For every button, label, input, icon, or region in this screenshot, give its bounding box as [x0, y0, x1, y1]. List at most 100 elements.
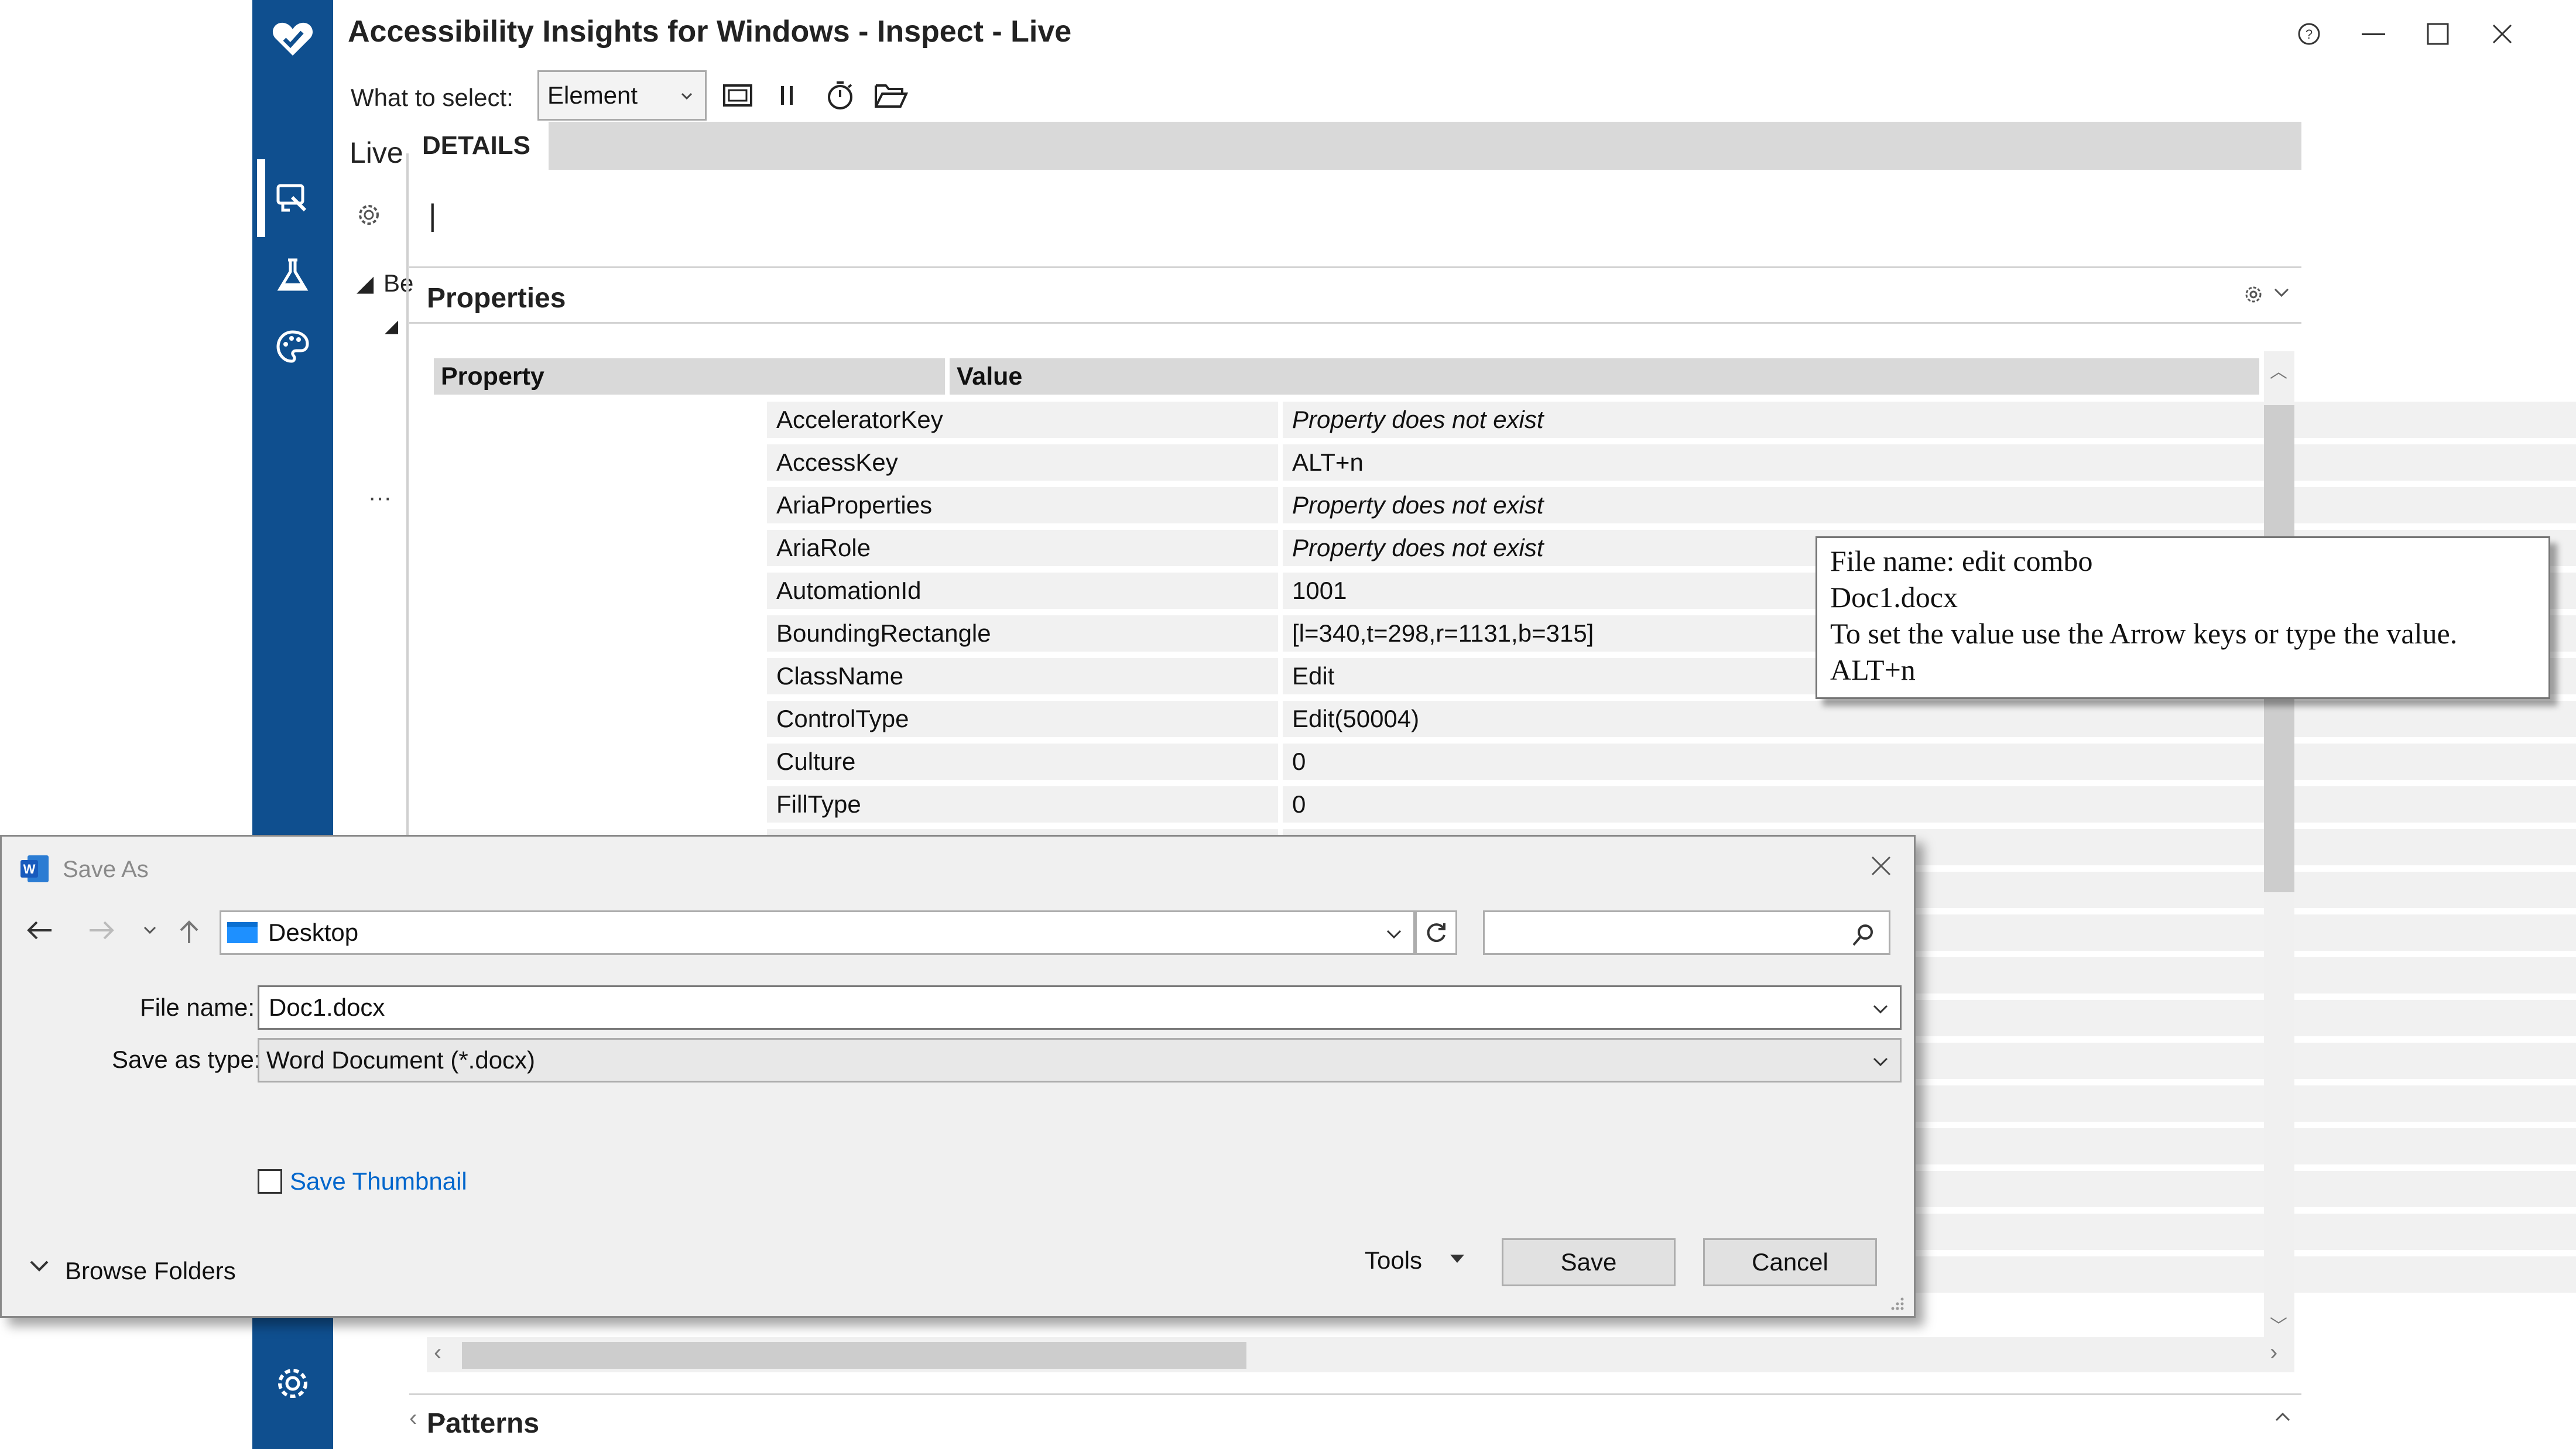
chevron-down-icon — [681, 93, 693, 100]
property-name-cell[interactable]: AriaRole — [767, 530, 1278, 566]
close-window-button[interactable] — [2479, 16, 2526, 52]
properties-collapse-button[interactable] — [2273, 287, 2294, 304]
up-folder-button[interactable] — [177, 919, 207, 948]
property-value-cell[interactable]: ALT+n — [1283, 444, 2576, 481]
pane-splitter[interactable] — [406, 153, 409, 856]
scroll-down-arrow[interactable]: ﹀ — [2270, 1311, 2287, 1337]
property-value-cell[interactable]: Property does not exist — [1283, 487, 2576, 523]
inspect-icon — [276, 184, 307, 212]
scroll-left-arrow[interactable]: ‹ — [434, 1340, 441, 1366]
word-app-icon: W — [19, 854, 50, 883]
caret-down-icon — [1450, 1255, 1464, 1263]
chevron-down-icon — [2274, 288, 2289, 297]
details-tab[interactable]: DETAILS — [409, 122, 549, 170]
help-icon: ? — [2298, 23, 2320, 45]
nav-color-contrast-button[interactable] — [252, 323, 333, 370]
chevron-down-icon — [143, 926, 156, 934]
refresh-icon — [1427, 923, 1445, 943]
property-value-cell[interactable]: Property does not exist — [1283, 402, 2576, 438]
back-button[interactable] — [25, 919, 60, 948]
scroll-up-arrow[interactable]: ︿ — [2270, 357, 2287, 383]
nav-test-button[interactable] — [252, 252, 333, 299]
close-icon — [2492, 24, 2512, 44]
property-name-cell[interactable]: ClassName — [767, 658, 1278, 694]
scroll-left-arrow[interactable]: ‹ — [409, 1405, 421, 1440]
svg-text:W: W — [23, 862, 36, 876]
details-text-cursor[interactable]: | — [429, 198, 437, 233]
tree-expander-icon[interactable]: ◢ — [357, 270, 374, 297]
tooltip-line: To set the value use the Arrow keys or t… — [1830, 617, 2458, 650]
search-input[interactable] — [1483, 910, 1890, 955]
cancel-button[interactable]: Cancel — [1703, 1238, 1877, 1286]
property-name-cell[interactable]: AccessKey — [767, 444, 1278, 481]
save-button[interactable]: Save — [1502, 1238, 1676, 1286]
chevron-down-icon — [1873, 1005, 1888, 1014]
selection-mode-value: Element — [547, 81, 638, 109]
value-column-header[interactable]: Value — [950, 358, 2259, 395]
tools-dropdown-arrow[interactable] — [1449, 1253, 1467, 1265]
window-frame-icon — [723, 84, 752, 107]
maximize-icon — [2427, 23, 2449, 45]
help-button[interactable]: ? — [2289, 16, 2330, 52]
nav-settings-button[interactable] — [252, 1357, 333, 1410]
property-name-cell[interactable]: AriaProperties — [767, 487, 1278, 523]
tree-settings-button[interactable] — [356, 202, 382, 228]
property-name-cell[interactable]: FillType — [767, 786, 1278, 823]
gear-icon — [2245, 286, 2262, 303]
maximize-button[interactable] — [2414, 16, 2461, 52]
resize-grip[interactable] — [1889, 1296, 1907, 1313]
selection-mode-dropdown[interactable]: Element — [537, 70, 707, 121]
screenshot-mode-button[interactable] — [718, 76, 757, 115]
properties-settings-button[interactable] — [2243, 284, 2266, 307]
file-name-input[interactable]: Doc1.docx — [258, 985, 1902, 1030]
property-name-cell[interactable]: Culture — [767, 744, 1278, 780]
save-thumbnail-label[interactable]: Save Thumbnail — [290, 1167, 467, 1195]
minimize-icon — [2362, 33, 2385, 35]
flask-icon — [277, 258, 309, 291]
properties-vertical-scrollbar[interactable]: ︿ ﹀ — [2264, 351, 2294, 1341]
file-name-value: Doc1.docx — [269, 994, 385, 1021]
forward-button[interactable] — [87, 919, 122, 948]
tree-more-options-button[interactable]: ··· — [368, 485, 392, 511]
gear-icon — [359, 205, 379, 225]
tree-node-label[interactable]: Be — [383, 269, 413, 297]
live-label: Live — [350, 136, 403, 169]
pause-button[interactable] — [769, 76, 804, 115]
property-name-cell[interactable]: BoundingRectangle — [767, 615, 1278, 652]
refresh-button[interactable] — [1415, 910, 1457, 955]
tooltip: File name: edit combo Doc1.docx To set t… — [1815, 536, 2550, 699]
save-thumbnail-checkbox[interactable] — [258, 1169, 282, 1194]
property-name-cell[interactable]: ControlType — [767, 701, 1278, 737]
property-value-cell[interactable]: 0 — [1283, 744, 2576, 780]
arrow-up-icon — [180, 920, 198, 943]
properties-horizontal-scrollbar[interactable]: ‹ › — [427, 1337, 2294, 1372]
scroll-right-arrow[interactable]: › — [2270, 1340, 2277, 1366]
minimize-button[interactable] — [2350, 16, 2397, 52]
property-name-cell[interactable]: AcceleratorKey — [767, 402, 1278, 438]
close-dialog-button[interactable] — [1869, 854, 1896, 881]
browse-folders-toggle[interactable] — [29, 1258, 52, 1282]
tools-menu-label[interactable]: Tools — [1365, 1246, 1422, 1275]
address-bar[interactable]: Desktop — [220, 910, 1415, 955]
recent-locations-button[interactable] — [142, 924, 160, 942]
divider — [409, 322, 2301, 324]
property-name-cell[interactable]: AutomationId — [767, 573, 1278, 609]
address-location: Desktop — [268, 919, 359, 946]
desktop-folder-icon — [226, 920, 259, 946]
divider — [409, 266, 2301, 268]
save-as-type-value: Word Document (*.docx) — [266, 1046, 536, 1074]
property-value-cell[interactable]: Edit(50004) — [1283, 701, 2576, 737]
patterns-collapse-button[interactable] — [2274, 1411, 2294, 1429]
nav-inspect-button[interactable] — [252, 176, 333, 222]
timer-button[interactable] — [821, 75, 859, 116]
property-column-header[interactable]: Property — [434, 358, 945, 395]
tree-child-expander-icon[interactable]: ◢ — [385, 316, 398, 337]
browse-folders-label[interactable]: Browse Folders — [65, 1257, 236, 1285]
file-name-label: File name: — [140, 994, 255, 1021]
what-to-select-label: What to select: — [351, 84, 513, 111]
arrow-left-icon — [27, 921, 52, 940]
property-value-cell[interactable]: 0 — [1283, 786, 2576, 823]
horizontal-scroll-thumb[interactable] — [462, 1342, 1246, 1369]
open-file-button[interactable] — [870, 75, 912, 116]
save-as-type-dropdown[interactable]: Word Document (*.docx) — [258, 1038, 1902, 1083]
